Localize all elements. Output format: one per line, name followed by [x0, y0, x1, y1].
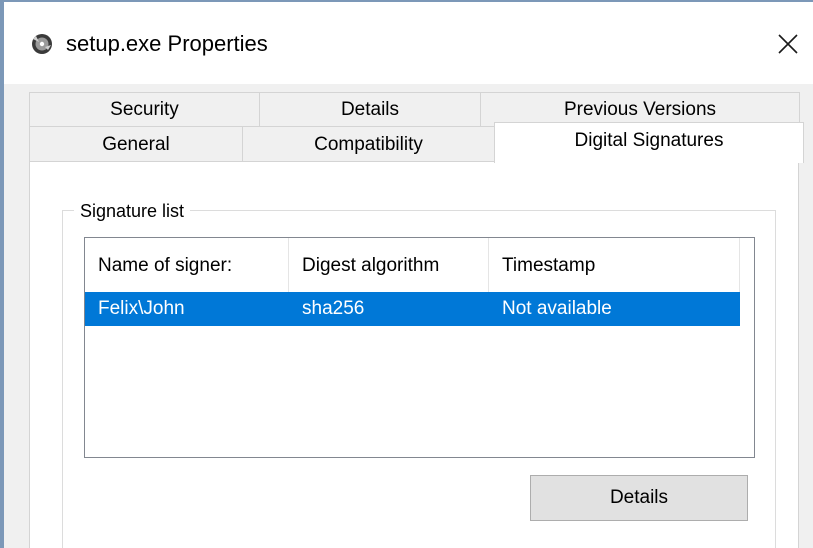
table-row[interactable]: Felix\John sha256 Not available: [85, 292, 740, 326]
tab-details[interactable]: Details: [259, 92, 481, 126]
tab-label: Security: [110, 98, 179, 120]
title-bar[interactable]: setup.exe Properties: [4, 2, 813, 84]
close-icon: [778, 34, 798, 54]
cell-timestamp: Not available: [502, 298, 612, 319]
column-header-digest[interactable]: Digest algorithm: [289, 238, 489, 293]
tab-label: General: [102, 133, 170, 155]
column-header-label: Name of signer:: [98, 254, 233, 276]
signature-list-legend: Signature list: [74, 199, 191, 223]
column-header-label: Digest algorithm: [302, 254, 440, 276]
tab-digital-signatures[interactable]: Digital Signatures: [494, 122, 804, 163]
tab-label: Details: [340, 98, 400, 120]
column-header-signer[interactable]: Name of signer:: [85, 238, 289, 293]
tab-label: Previous Versions: [563, 98, 717, 120]
tab-security[interactable]: Security: [29, 92, 260, 126]
tab-label: Compatibility: [314, 133, 423, 155]
details-button[interactable]: Details: [530, 475, 748, 521]
cell-digest: sha256: [302, 298, 365, 319]
tab-label: Digital Signatures: [574, 130, 724, 151]
cell-signer: Felix\John: [98, 298, 185, 319]
tab-compatibility[interactable]: Compatibility: [242, 126, 495, 162]
tab-previous-versions[interactable]: Previous Versions: [480, 92, 800, 126]
signature-listview[interactable]: Name of signer: Digest algorithm Timesta…: [84, 237, 755, 458]
list-header: Name of signer: Digest algorithm Timesta…: [85, 238, 754, 293]
disc-setup-icon: [30, 33, 54, 55]
column-header-label: Timestamp: [502, 254, 596, 276]
column-header-timestamp[interactable]: Timestamp: [489, 238, 740, 293]
close-button[interactable]: [770, 26, 806, 62]
details-button-label: Details: [609, 487, 669, 508]
properties-window: setup.exe Properties Security Details Pr…: [0, 0, 813, 548]
tab-general[interactable]: General: [29, 126, 243, 162]
window-title: setup.exe Properties: [66, 31, 268, 56]
